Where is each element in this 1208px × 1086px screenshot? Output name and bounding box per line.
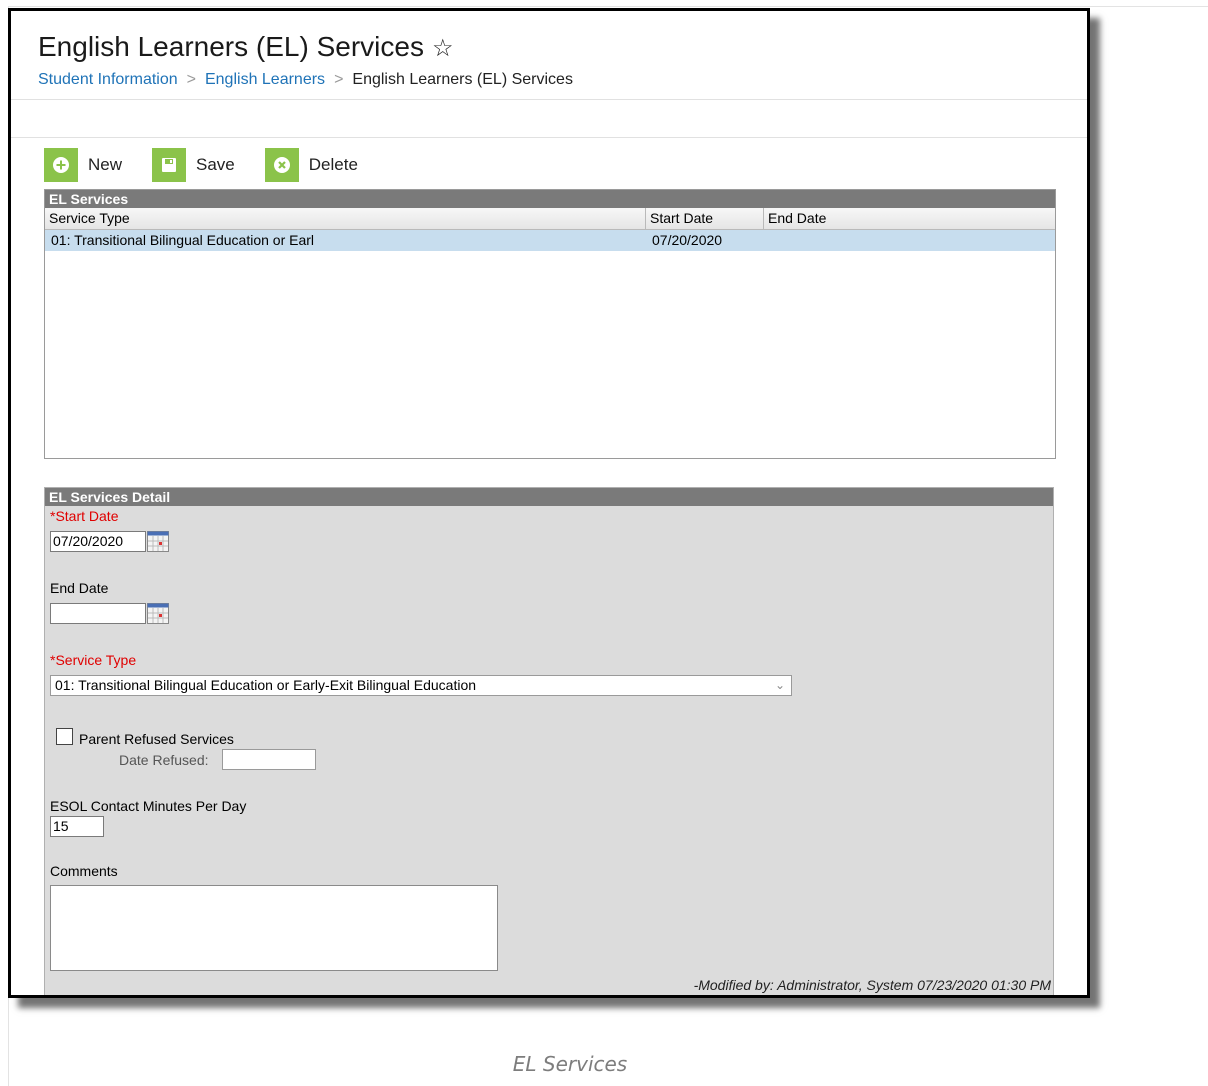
esol-minutes-label: ESOL Contact Minutes Per Day: [50, 798, 247, 814]
breadcrumb-english-learners[interactable]: English Learners: [205, 71, 325, 88]
el-services-detail-header: EL Services Detail: [45, 488, 1053, 506]
x-circle-icon: [264, 148, 299, 182]
new-button[interactable]: New: [44, 148, 122, 182]
calendar-icon[interactable]: [147, 603, 169, 624]
cell-end-date: [764, 230, 1055, 251]
new-button-label: New: [88, 155, 123, 174]
plus-circle-icon: [44, 148, 78, 182]
parent-refused-label: Parent Refused Services: [79, 731, 234, 747]
header-divider: [11, 99, 1087, 100]
end-date-field[interactable]: [50, 603, 146, 624]
cell-start-date: 07/20/2020: [652, 232, 723, 248]
cell-service-type: 01: Transitional Bilingual Education or …: [51, 232, 315, 248]
floppy-disk-icon: [152, 148, 187, 182]
chevron-right-icon: >: [334, 71, 344, 88]
page-title-text: English Learners (EL) Services: [38, 31, 424, 62]
el-services-detail-panel: EL Services Detail *Start Date 07/20/202…: [44, 487, 1054, 995]
end-date-label: End Date: [50, 580, 109, 596]
date-refused-field[interactable]: [222, 749, 316, 770]
chevron-down-icon: ⌄: [774, 678, 785, 692]
table-row[interactable]: 01: Transitional Bilingual Education or …: [45, 230, 1055, 251]
el-services-header: EL Services: [45, 190, 1055, 208]
star-icon[interactable]: ☆: [432, 35, 454, 62]
service-type-select[interactable]: 01: Transitional Bilingual Education or …: [50, 675, 792, 696]
page-title: English Learners (EL) Services ☆: [38, 31, 453, 63]
column-header-start-date[interactable]: Start Date: [646, 208, 764, 229]
start-date-field[interactable]: 07/20/2020: [50, 531, 146, 552]
save-button[interactable]: Save: [152, 148, 235, 182]
chevron-right-icon: >: [186, 71, 196, 88]
breadcrumb-student-information[interactable]: Student Information: [38, 71, 178, 88]
column-header-end-date[interactable]: End Date: [764, 208, 1055, 229]
delete-button[interactable]: Delete: [264, 148, 358, 182]
parent-refused-checkbox[interactable]: [56, 728, 73, 745]
date-refused-label: Date Refused:: [119, 752, 209, 768]
screenshot-frame: English Learners (EL) Services ☆ Student …: [8, 8, 1090, 998]
comments-textarea[interactable]: [50, 885, 498, 971]
service-type-label: *Service Type: [50, 652, 137, 668]
comments-label: Comments: [50, 863, 118, 879]
delete-button-label: Delete: [308, 155, 358, 174]
save-button-label: Save: [196, 155, 235, 174]
breadcrumb: Student Information > English Learners > Eng…: [38, 71, 573, 89]
el-services-grid: EL Services Service Type Start Date End …: [44, 189, 1056, 459]
toolbar-divider: [11, 137, 1087, 138]
modified-by-text: -Modified by: Administrator, System 07/2…: [693, 977, 1051, 993]
breadcrumb-current: English Learners (EL) Services: [352, 71, 573, 88]
grid-header-row: Service Type Start Date End Date: [45, 208, 1055, 230]
calendar-icon[interactable]: [147, 531, 169, 552]
esol-minutes-field[interactable]: 15: [50, 816, 104, 837]
start-date-label: *Start Date: [50, 508, 119, 524]
column-header-service-type[interactable]: Service Type: [45, 208, 646, 229]
service-type-value: 01: Transitional Bilingual Education or …: [55, 677, 477, 693]
action-toolbar: New Save Delete: [44, 147, 388, 183]
figure-caption: EL Services: [512, 1052, 628, 1076]
